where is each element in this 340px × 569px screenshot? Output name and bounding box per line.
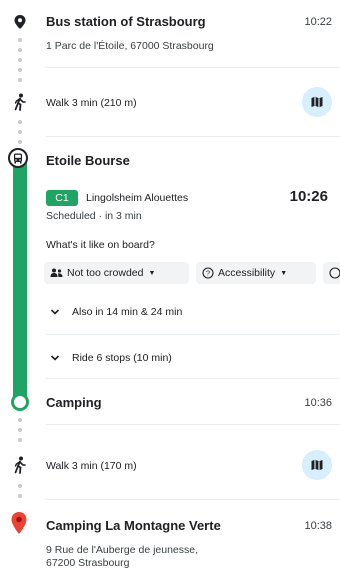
origin-pin-icon: [13, 14, 27, 30]
crowding-chip[interactable]: Not too crowded ▼: [44, 262, 189, 284]
accessibility-chip[interactable]: ? Accessibility ▼: [196, 262, 316, 284]
alight-stop-marker: [11, 393, 29, 411]
line-destination: Lingolsheim Alouettes: [86, 192, 189, 204]
route-dot: [18, 68, 22, 72]
walk-2-map-button[interactable]: [302, 450, 332, 480]
svg-text:?: ?: [206, 269, 210, 278]
route-dot: [18, 428, 22, 432]
walking-icon: [12, 93, 28, 111]
people-icon: [50, 268, 63, 277]
map-icon: [311, 459, 323, 471]
dropdown-caret-icon: ▼: [148, 269, 156, 277]
origin-time: 10:22: [304, 16, 332, 28]
ride-stops-label: Ride 6 stops (10 min): [72, 352, 172, 364]
chevron-down-icon: [50, 309, 60, 315]
also-departures-label: Also in 14 min & 24 min: [72, 306, 183, 318]
info-icon: [329, 267, 340, 279]
origin-name[interactable]: Bus station of Strasbourg: [46, 14, 206, 29]
line-badge: C1: [46, 190, 78, 206]
route-dot: [18, 140, 22, 144]
more-chip[interactable]: [323, 262, 340, 284]
alight-stop-name[interactable]: Camping: [46, 395, 102, 410]
alight-time: 10:36: [304, 397, 332, 409]
bus-icon: [14, 153, 22, 163]
departure-status: Scheduled · in 3 min: [46, 210, 142, 222]
route-dot: [18, 58, 22, 62]
destination-name[interactable]: Camping La Montagne Verte: [46, 518, 221, 533]
walk-1-map-button[interactable]: [302, 87, 332, 117]
walk-1-label[interactable]: Walk 3 min (210 m): [46, 97, 137, 109]
route-dot: [18, 438, 22, 442]
divider: [46, 499, 340, 500]
accessibility-chip-label: Accessibility: [218, 267, 276, 279]
route-dot: [18, 494, 22, 498]
destination-address-line2: 67200 Strasbourg: [46, 557, 130, 569]
walking-icon: [12, 456, 28, 474]
destination-pin-icon: [10, 511, 28, 535]
destination-time: 10:38: [304, 520, 332, 532]
route-dot: [18, 78, 22, 82]
route-dot: [18, 484, 22, 488]
divider: [46, 67, 340, 68]
map-icon: [311, 96, 323, 108]
origin-address: 1 Parc de l'Étoile, 67000 Strasbourg: [46, 40, 214, 52]
destination-address-line1: 9 Rue de l'Auberge de jeunesse,: [46, 544, 199, 556]
departure-time: 10:26: [289, 188, 328, 205]
route-dot: [18, 120, 22, 124]
accessibility-icon: ?: [202, 267, 214, 279]
route-dot: [18, 38, 22, 42]
walk-2-label[interactable]: Walk 3 min (170 m): [46, 460, 137, 472]
also-departures-row[interactable]: Also in 14 min & 24 min: [46, 298, 316, 324]
crowding-chip-label: Not too crowded: [67, 267, 144, 279]
chevron-down-icon: [50, 355, 60, 361]
boarding-stop-name[interactable]: Etoile Bourse: [46, 153, 130, 168]
dropdown-caret-icon: ▼: [280, 269, 288, 277]
divider: [46, 378, 340, 379]
ride-stops-row[interactable]: Ride 6 stops (10 min): [46, 344, 316, 370]
divider: [46, 334, 340, 335]
bus-stop-marker: [8, 148, 28, 168]
route-line: [13, 160, 27, 400]
route-dot: [18, 130, 22, 134]
onboard-question: What's it like on board?: [46, 239, 155, 251]
divider: [46, 424, 340, 425]
route-dot: [18, 48, 22, 52]
route-dot: [18, 418, 22, 422]
divider: [46, 136, 340, 137]
